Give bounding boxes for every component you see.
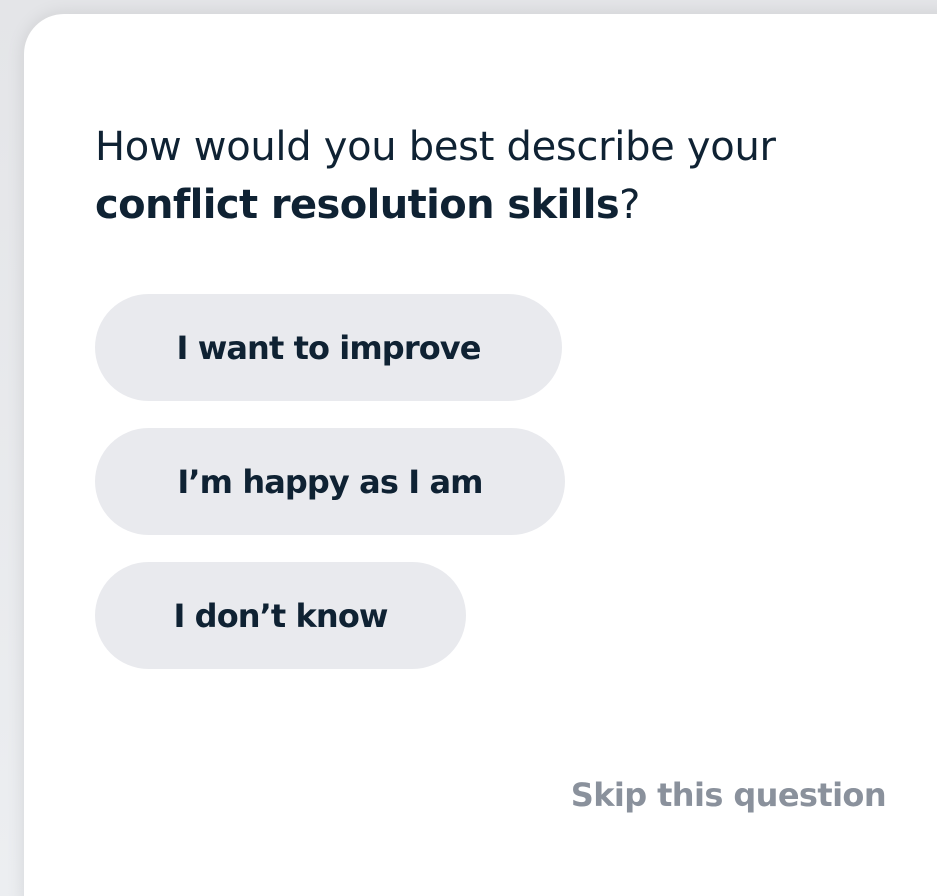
question-prefix: How would you best describe your: [95, 124, 776, 170]
question-emphasis: conflict resolution skills: [95, 182, 620, 228]
skip-question-link[interactable]: Skip this question: [540, 776, 887, 814]
option-want-to-improve-button[interactable]: I want to improve: [95, 294, 562, 401]
answer-options: I want to improve I’m happy as I am I do…: [95, 294, 565, 669]
page-background: How would you best describe your conflict…: [0, 0, 937, 896]
question-suffix: ?: [619, 182, 640, 228]
option-happy-as-i-am-button[interactable]: I’m happy as I am: [95, 428, 565, 535]
question-text: How would you best describe your conflict…: [95, 118, 895, 234]
option-dont-know-button[interactable]: I don’t know: [95, 562, 466, 669]
